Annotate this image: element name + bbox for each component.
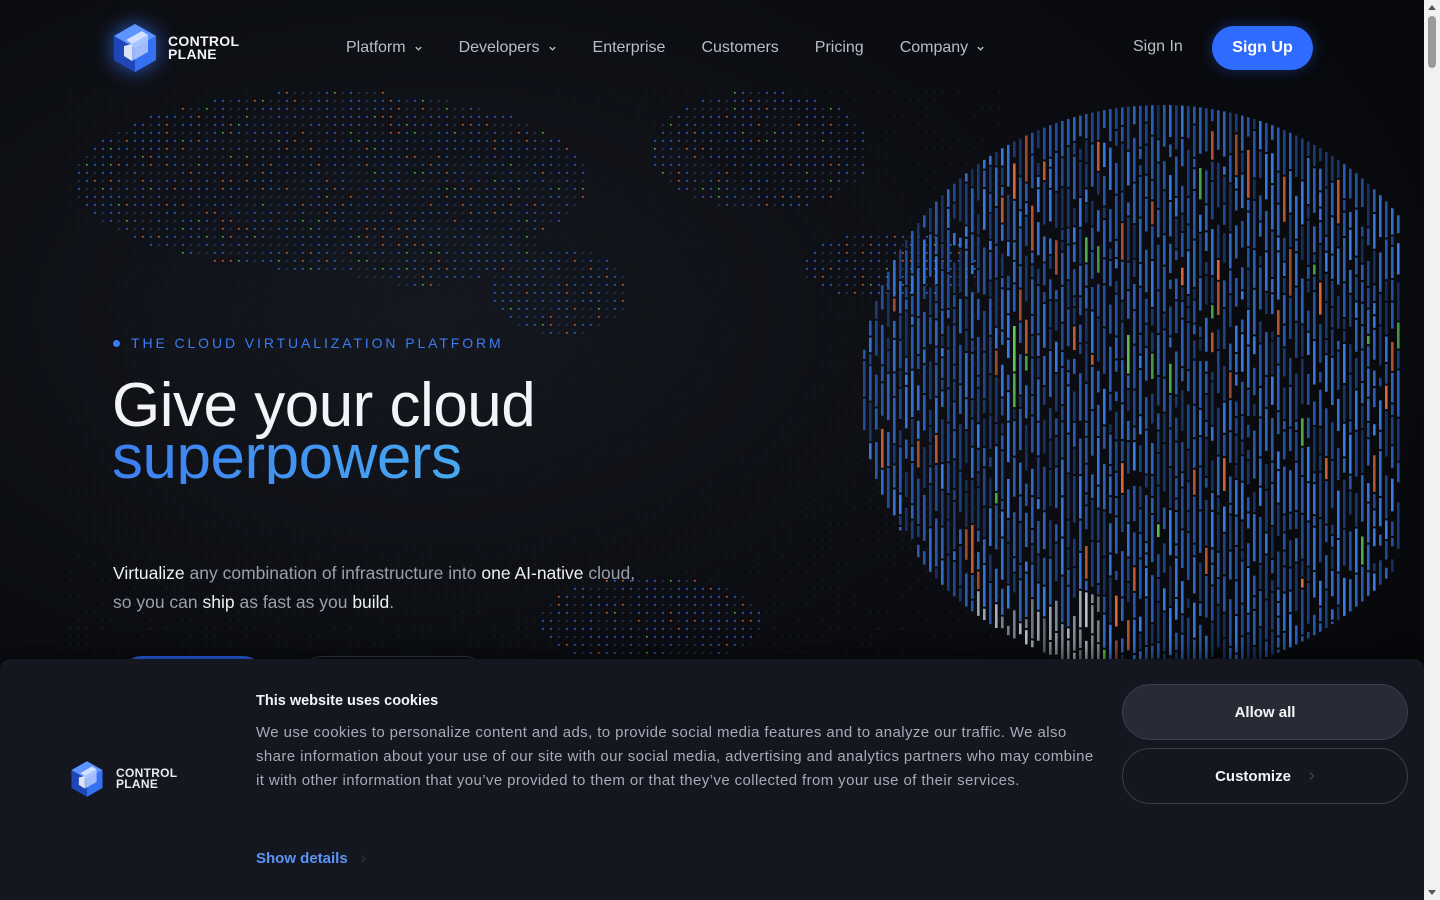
logo-line-2: PLANE	[168, 46, 217, 62]
chevron-down-icon	[977, 46, 984, 51]
show-details-link[interactable]: Show details	[256, 850, 367, 867]
customize-button[interactable]: Customize	[1122, 748, 1408, 804]
cookie-title: This website uses cookies	[256, 693, 439, 709]
sign-in-link[interactable]: Sign In	[1133, 38, 1183, 56]
allow-all-button[interactable]: Allow all	[1122, 684, 1408, 740]
chevron-right-icon	[360, 854, 366, 863]
chevron-down-icon	[414, 46, 422, 51]
cookie-banner: CONTROL PLANE This website uses cookies …	[0, 659, 1424, 900]
nav-customers[interactable]: Customers	[701, 36, 778, 60]
subcopy-text: as fast as you	[234, 592, 353, 612]
hero-headline: Give your cloud superpowers	[112, 375, 536, 489]
site-header: CONTROL PLANE Platform Developers Enterp…	[0, 0, 1424, 96]
scroll-up-arrow-icon[interactable]	[1428, 5, 1436, 10]
eyebrow-dot-icon	[113, 339, 120, 347]
sign-up-button[interactable]: Sign Up	[1212, 26, 1313, 70]
page-scrollbar[interactable]	[1424, 0, 1440, 900]
nav-enterprise[interactable]: Enterprise	[593, 36, 666, 60]
cube-logo-icon	[71, 761, 103, 797]
logo-wordmark: CONTROL PLANE	[168, 34, 239, 62]
nav-platform-label: Platform	[346, 39, 406, 56]
cube-logo-icon	[114, 24, 156, 72]
nav-pricing[interactable]: Pricing	[815, 36, 864, 60]
customize-label: Customize	[1215, 767, 1291, 785]
show-details-label: Show details	[256, 850, 348, 867]
scrollbar-thumb[interactable]	[1428, 16, 1436, 68]
eyebrow-text: THE CLOUD VIRTUALIZATION PLATFORM	[131, 335, 504, 351]
nav-company[interactable]: Company	[900, 36, 985, 60]
nav-platform[interactable]: Platform	[346, 36, 423, 60]
nav-customers-label: Customers	[701, 39, 779, 56]
nav-company-label: Company	[899, 39, 969, 56]
nav-developers[interactable]: Developers	[459, 36, 557, 60]
subcopy-text: any combination of infrastructure into	[184, 563, 482, 583]
subcopy-highlight-virtualize: Virtualize	[113, 563, 185, 583]
subcopy-text: .	[389, 592, 395, 612]
cookie-description: We use cookies to personalize content an…	[256, 724, 1094, 789]
chevron-right-icon	[1309, 772, 1315, 780]
cookie-logo-wordmark: CONTROL PLANE	[116, 767, 177, 791]
hero-subcopy: Virtualize any combination of infrastruc…	[113, 559, 653, 617]
logo[interactable]: CONTROL PLANE	[112, 22, 239, 74]
nav-pricing-label: Pricing	[814, 39, 864, 56]
main-nav: Platform Developers Enterprise Customers…	[346, 36, 1021, 60]
nav-developers-label: Developers	[458, 39, 540, 56]
cookie-banner-logo: CONTROL PLANE	[70, 759, 177, 799]
nav-enterprise-label: Enterprise	[592, 39, 666, 56]
hero-eyebrow: THE CLOUD VIRTUALIZATION PLATFORM	[113, 335, 504, 351]
chevron-down-icon	[548, 46, 556, 51]
scroll-down-arrow-icon[interactable]	[1428, 890, 1436, 895]
subcopy-highlight-ship: ship	[202, 592, 235, 612]
cookie-logo-line-2: PLANE	[116, 777, 159, 791]
subcopy-highlight-ai-native: one AI-native	[481, 563, 584, 583]
subcopy-highlight-build: build	[352, 592, 390, 612]
